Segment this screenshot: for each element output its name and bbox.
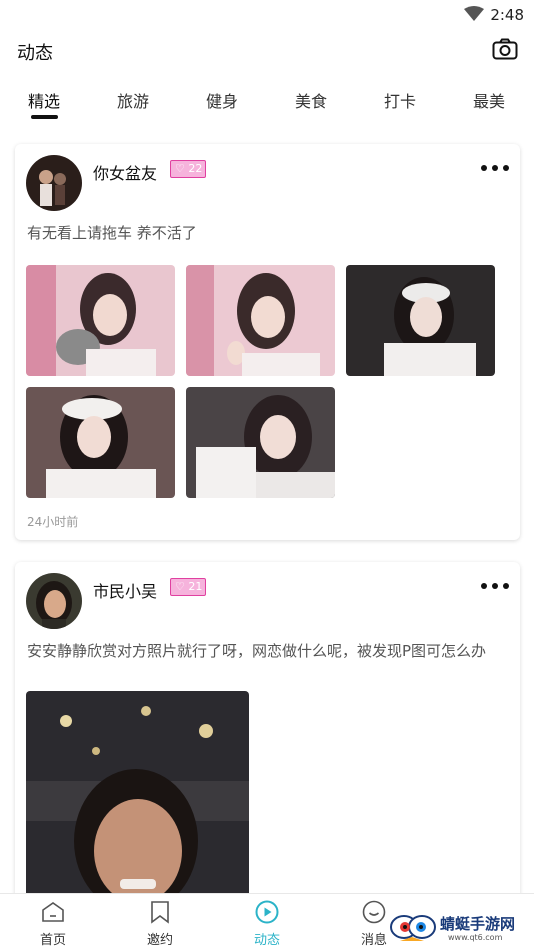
watermark-text: 蜻蜓手游网 bbox=[440, 915, 516, 933]
username[interactable]: 市民小吴 bbox=[93, 578, 157, 602]
post-photo[interactable] bbox=[346, 265, 495, 376]
age-badge: ♡ 21 bbox=[170, 578, 206, 596]
chat-icon bbox=[362, 900, 386, 924]
post-card[interactable]: 市民小吴 ♡ 21 安安静静欣赏对方照片就行了呀，网恋做什么呢，被发现P图可怎么… bbox=[15, 562, 520, 902]
tab-beauty[interactable]: 最美 bbox=[459, 88, 519, 112]
status-bar: 2:48 bbox=[0, 0, 534, 30]
heart-icon: ♡ bbox=[175, 162, 185, 175]
nav-invite[interactable]: 邀约 bbox=[130, 900, 190, 948]
page-header: 动态 bbox=[0, 30, 534, 74]
home-icon bbox=[42, 902, 64, 922]
post-photo[interactable] bbox=[186, 265, 335, 376]
wifi-icon bbox=[464, 6, 484, 21]
page-title: 动态 bbox=[17, 43, 53, 64]
age-badge: ♡ 22 bbox=[170, 160, 206, 178]
avatar[interactable] bbox=[26, 155, 82, 211]
avatar[interactable] bbox=[26, 573, 82, 629]
watermark-logo: 蜻蜓手游网 www.qt6.com bbox=[388, 905, 534, 949]
tab-food[interactable]: 美食 bbox=[281, 88, 341, 112]
active-tab-indicator bbox=[31, 115, 58, 119]
play-circle-icon bbox=[255, 900, 279, 924]
post-text: 有无看上请拖车 养不活了 bbox=[27, 224, 197, 242]
heart-icon: ♡ bbox=[175, 580, 185, 593]
post-card[interactable]: 你女盆友 ♡ 22 有无看上请拖车 养不活了 24小时前 bbox=[15, 144, 520, 540]
more-options-button[interactable] bbox=[481, 583, 509, 589]
watermark-url: www.qt6.com bbox=[448, 933, 503, 942]
category-tabs: 精选 旅游 健身 美食 打卡 最美 bbox=[0, 82, 534, 122]
bookmark-icon bbox=[151, 901, 169, 924]
post-photo[interactable] bbox=[26, 265, 175, 376]
post-text: 安安静静欣赏对方照片就行了呀，网恋做什么呢，被发现P图可怎么办 bbox=[27, 642, 487, 660]
nav-moments[interactable]: 动态 bbox=[237, 900, 297, 948]
post-timestamp: 24小时前 bbox=[27, 515, 79, 529]
dragonfly-logo-icon bbox=[390, 915, 436, 941]
tab-featured[interactable]: 精选 bbox=[14, 88, 74, 112]
camera-icon[interactable] bbox=[492, 38, 518, 60]
age-value: 21 bbox=[188, 580, 203, 593]
nav-home[interactable]: 首页 bbox=[23, 900, 83, 948]
age-value: 22 bbox=[188, 162, 203, 175]
tab-travel[interactable]: 旅游 bbox=[103, 88, 163, 112]
post-photo[interactable] bbox=[26, 387, 175, 498]
post-photo[interactable] bbox=[186, 387, 335, 498]
tab-checkin[interactable]: 打卡 bbox=[370, 88, 430, 112]
status-time: 2:48 bbox=[490, 6, 524, 24]
more-options-button[interactable] bbox=[481, 165, 509, 171]
post-photo[interactable] bbox=[26, 691, 249, 902]
tab-fitness[interactable]: 健身 bbox=[192, 88, 252, 112]
username[interactable]: 你女盆友 bbox=[93, 160, 157, 184]
